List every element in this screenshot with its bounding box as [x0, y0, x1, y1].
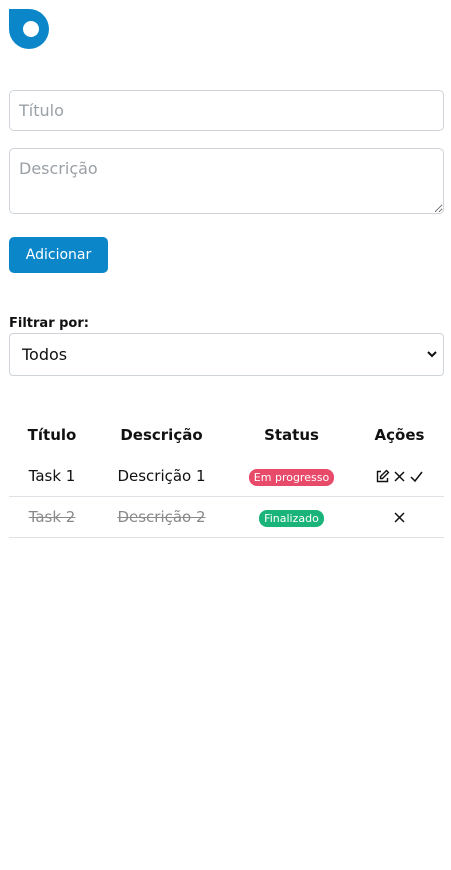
table-row: Task 1 Descrição 1 Em progresso [9, 456, 444, 497]
task-title: Task 2 [9, 496, 95, 538]
tasks-table: Título Descrição Status Ações Task 1 Des… [9, 414, 444, 538]
task-description: Descrição 1 [95, 456, 228, 497]
task-actions [355, 496, 444, 538]
task-status-cell: Em progresso [228, 456, 355, 497]
task-title: Task 1 [9, 456, 95, 497]
header-description: Descrição [120, 426, 203, 444]
task-status-cell: Finalizado [228, 496, 355, 538]
task-description: Descrição 2 [95, 496, 228, 538]
header-status: Status [264, 426, 319, 444]
status-badge: Finalizado [259, 509, 324, 527]
title-input[interactable] [9, 90, 444, 131]
logo-icon [9, 9, 49, 49]
edit-icon[interactable] [375, 469, 390, 484]
filter-label: Filtrar por: [9, 316, 89, 331]
description-input[interactable] [9, 148, 444, 214]
table-row: Task 2 Descrição 2 Finalizado [9, 496, 444, 538]
status-badge: Em progresso [248, 468, 335, 486]
check-icon[interactable] [409, 469, 424, 484]
table-header-row: Título Descrição Status Ações [9, 414, 444, 456]
close-icon[interactable] [392, 469, 407, 484]
add-button[interactable]: Adicionar [9, 237, 108, 273]
close-icon[interactable] [392, 510, 407, 525]
filter-select[interactable]: Todos [9, 333, 444, 376]
task-actions [355, 456, 444, 497]
header-title: Título [27, 426, 77, 444]
header-actions: Ações [374, 426, 425, 444]
